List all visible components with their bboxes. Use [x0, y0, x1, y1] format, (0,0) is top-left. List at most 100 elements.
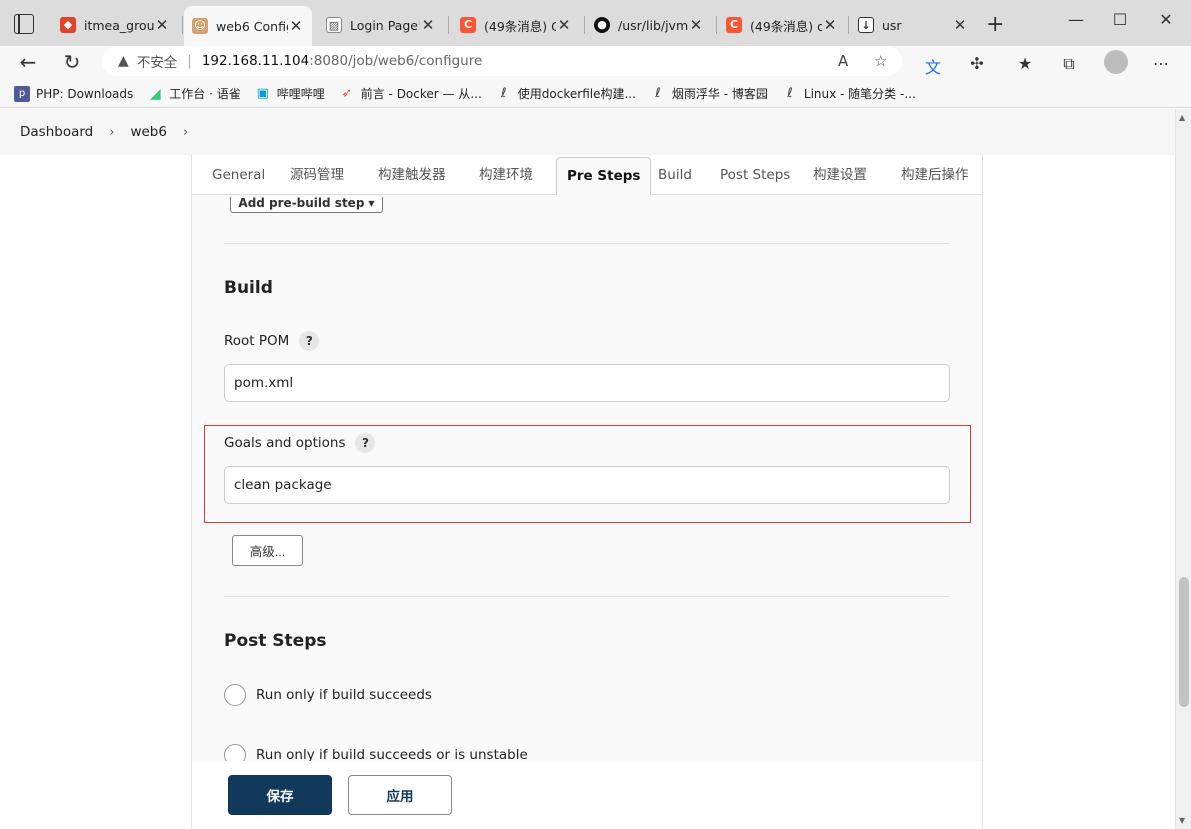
help-icon[interactable]: ?: [355, 433, 376, 453]
bookmark-label: 工作台 · 语雀: [169, 87, 241, 101]
tab-separator: [448, 16, 449, 34]
breadcrumb-web6[interactable]: web6: [130, 124, 167, 140]
section-divider: [224, 596, 950, 597]
tab-csdn-2[interactable]: C (49条消息) d ✕: [718, 8, 846, 42]
radio-button[interactable]: [224, 684, 246, 706]
cnblogs-icon: ℓ: [501, 85, 507, 101]
image-icon: ▨: [326, 17, 342, 33]
bookmarks-bar: p PHP: Downloads ◢ 工作台 · 语雀 ▣ 哔哩哔哩 ➶ 前言 …: [0, 80, 1191, 108]
browser-toolbar: ← ↻ ▲ 不安全 | 192.168.11.104 :8080/job/web…: [0, 46, 1191, 80]
tab-usr[interactable]: ↓ usr ✕: [850, 8, 976, 42]
scroll-up-arrow-icon[interactable]: ▲: [1179, 113, 1185, 122]
refresh-icon[interactable]: ↻: [60, 50, 84, 74]
close-icon[interactable]: ✕: [154, 16, 170, 34]
bookmark-label: 前言 - Docker — 从...: [360, 87, 482, 101]
collections-icon[interactable]: ⧉: [1058, 54, 1080, 74]
build-section-title: Build: [224, 278, 273, 298]
add-pre-build-step-label: Add pre-build step: [238, 196, 365, 210]
bookmark-bilibili[interactable]: ▣ 哔哩哔哩: [255, 85, 325, 102]
scrollbar-thumb[interactable]: [1179, 577, 1189, 707]
tab-title: usr: [882, 17, 902, 33]
tab-title: web6 Config: [216, 18, 288, 34]
tab-github-jvm[interactable]: ● /usr/lib/jvm/ ✕: [586, 8, 712, 42]
tab-login-page[interactable]: ▨ Login Page! ✕: [318, 8, 444, 42]
close-icon[interactable]: ✕: [688, 16, 704, 34]
tab-build-triggers[interactable]: 构建触发器: [378, 155, 446, 195]
url-host: 192.168.11.104: [201, 53, 310, 69]
favorite-star-icon[interactable]: ☆: [874, 52, 887, 70]
tab-separator: [584, 16, 585, 34]
breadcrumb-dashboard[interactable]: Dashboard: [20, 124, 93, 140]
form-action-bar: 保存 应用: [191, 761, 983, 829]
favorites-icon[interactable]: ★: [1014, 54, 1036, 73]
profile-avatar[interactable]: [1104, 50, 1128, 74]
read-aloud-icon[interactable]: A: [838, 52, 848, 70]
chevron-right-icon[interactable]: ›: [183, 125, 188, 140]
add-pre-build-step-button[interactable]: Add pre-build step ▼: [230, 197, 383, 213]
bookmark-linux[interactable]: ℓ Linux - 随笔分类 -...: [782, 85, 916, 102]
radio-run-if-success[interactable]: Run only if build succeeds: [224, 684, 432, 706]
rocket-icon: ➶: [341, 85, 353, 101]
csdn-icon: C: [726, 17, 742, 33]
config-panel: General 源码管理 构建触发器 构建环境 Pre Steps Build …: [191, 155, 983, 829]
help-icon[interactable]: ?: [299, 331, 320, 351]
save-button[interactable]: 保存: [228, 775, 332, 815]
scroll-down-arrow-icon[interactable]: ▼: [1179, 816, 1185, 825]
tab-build-environment[interactable]: 构建环境: [479, 155, 533, 195]
tab-web6-config[interactable]: ☺ web6 Config ✕: [184, 6, 312, 46]
tab-csdn-1[interactable]: C (49条消息) C ✕: [452, 8, 580, 42]
extensions-icon[interactable]: ✣: [966, 54, 988, 73]
close-icon[interactable]: ✕: [556, 16, 572, 34]
close-icon[interactable]: ✕: [822, 16, 838, 34]
tab-general[interactable]: General: [212, 155, 265, 195]
tab-post-build-actions[interactable]: 构建后操作: [901, 155, 969, 195]
tab-build-settings[interactable]: 构建设置: [813, 155, 867, 195]
vertical-tabs-icon[interactable]: [14, 14, 34, 34]
bookmark-dockerfile[interactable]: ℓ 使用dockerfile构建...: [496, 85, 636, 102]
goals-options-label-text: Goals and options: [224, 435, 346, 451]
file-icon: ↓: [858, 17, 874, 33]
advanced-button[interactable]: 高级...: [232, 535, 303, 566]
tab-separator: [848, 16, 849, 34]
close-icon[interactable]: ✕: [952, 16, 968, 34]
page-scrollbar[interactable]: ▲ ▼: [1175, 109, 1191, 829]
tab-pre-steps[interactable]: Pre Steps: [556, 157, 652, 195]
breadcrumb: Dashboard › web6 ›: [0, 109, 1175, 155]
gitlab-icon: ◆: [60, 17, 76, 33]
tab-post-steps[interactable]: Post Steps: [720, 155, 790, 195]
tab-scm[interactable]: 源码管理: [290, 155, 344, 195]
radio-label: Run only if build succeeds: [256, 687, 432, 703]
back-arrow-icon[interactable]: ←: [16, 50, 40, 74]
github-icon: ●: [594, 17, 610, 33]
csdn-icon: C: [460, 17, 476, 33]
more-menu-icon[interactable]: ⋯: [1150, 54, 1172, 73]
tab-build[interactable]: Build: [658, 155, 692, 195]
bookmark-label: 烟雨浮华 - 博客园: [671, 87, 768, 101]
translate-icon[interactable]: 文: [922, 54, 944, 78]
bookmark-yuque[interactable]: ◢ 工作台 · 语雀: [147, 85, 241, 102]
jenkins-page: Dashboard › web6 › General 源码管理 构建触发器 构建…: [0, 109, 1175, 829]
root-pom-label: Root POM ?: [224, 331, 320, 351]
close-icon[interactable]: ✕: [420, 16, 436, 34]
close-icon[interactable]: ✕: [288, 17, 304, 35]
tab-separator: [182, 16, 183, 34]
goals-options-input[interactable]: [224, 466, 950, 504]
minimize-icon[interactable]: —: [1066, 10, 1086, 29]
tab-itmea-group[interactable]: ◆ itmea_group ✕: [52, 8, 178, 42]
yuque-icon: ◢: [149, 85, 161, 102]
address-bar[interactable]: ▲ 不安全 | 192.168.11.104 :8080/job/web6/co…: [102, 46, 902, 76]
bookmark-php-downloads[interactable]: p PHP: Downloads: [14, 85, 133, 102]
bookmark-docker-intro[interactable]: ➶ 前言 - Docker — 从...: [339, 85, 482, 102]
tab-title: Login Page!: [350, 17, 420, 33]
apply-button[interactable]: 应用: [348, 775, 452, 815]
bookmark-label: 哔哩哔哩: [276, 87, 325, 101]
window-close-icon[interactable]: ✕: [1156, 10, 1176, 29]
root-pom-label-text: Root POM: [224, 333, 290, 349]
tab-title: (49条消息) C: [484, 18, 556, 34]
section-divider: [224, 243, 950, 244]
root-pom-input[interactable]: [224, 364, 950, 402]
bookmark-cnblogs[interactable]: ℓ 烟雨浮华 - 博客园: [650, 85, 768, 102]
bookmark-label: 使用dockerfile构建...: [517, 87, 636, 101]
maximize-icon[interactable]: ☐: [1110, 10, 1130, 29]
new-tab-icon[interactable]: +: [986, 12, 1004, 37]
